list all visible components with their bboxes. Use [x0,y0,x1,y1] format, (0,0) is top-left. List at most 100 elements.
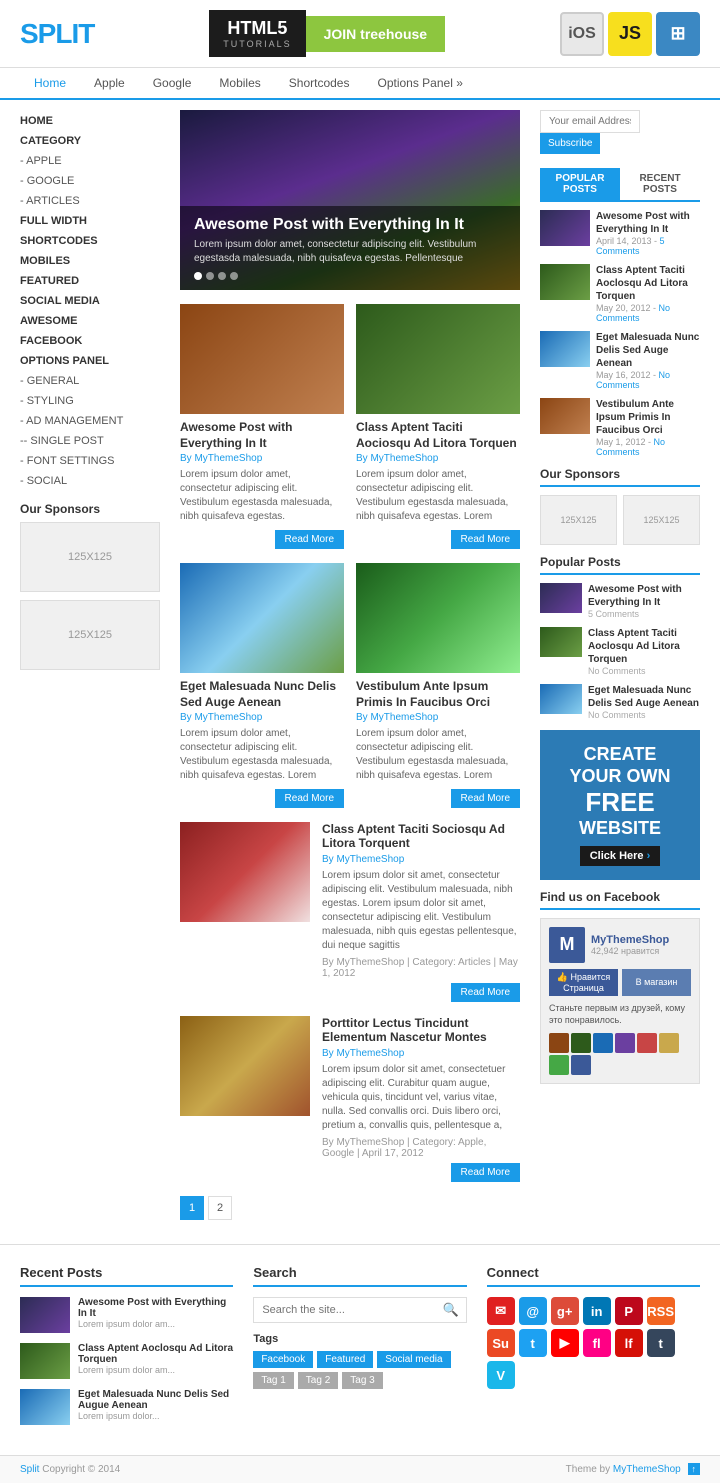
sidebar-item-category[interactable]: CATEGORY [20,130,160,150]
sidebar-item-single-post[interactable]: -- SINGLE POST [20,430,160,450]
read-more-btn-2[interactable]: Read More [451,530,520,549]
sidebar-item-awesome[interactable]: AWESOME [20,310,160,330]
sidebar-item-styling[interactable]: - STYLING [20,390,160,410]
sidebar-item-mobiles[interactable]: MOBILES [20,250,160,270]
post-thumb-4[interactable] [356,563,520,673]
connect-icon-linkedin[interactable]: in [583,1297,611,1325]
nav-link-options[interactable]: Options Panel » [363,68,476,98]
tag-3[interactable]: Tag 3 [342,1372,382,1389]
post-thumb-1[interactable] [180,304,344,414]
footer-logo-link[interactable]: Split [20,1464,39,1475]
tag-1[interactable]: Tag 1 [253,1372,293,1389]
cwb-click-here-btn[interactable]: Click Here › [580,846,661,866]
tag-facebook[interactable]: Facebook [253,1351,313,1368]
footer-search-input[interactable] [253,1297,466,1323]
post-thumb-3[interactable] [180,563,344,673]
sidebar-item-shortcodes[interactable]: SHORTCODES [20,230,160,250]
sidebar-item-ad-management[interactable]: - AD MANAGEMENT [20,410,160,430]
connect-icon-email[interactable]: ✉ [487,1297,515,1325]
pp-list-thumb-2[interactable] [540,627,582,657]
join-treehouse-button[interactable]: JOIN treehouse [306,16,445,52]
app-icon[interactable]: ⊞ [656,12,700,56]
recent-posts-tab[interactable]: RECENT POSTS [620,168,700,200]
connect-icon-rss[interactable]: RSS [647,1297,675,1325]
sidebar-item-general[interactable]: - GENERAL [20,370,160,390]
connect-icon-pinterest[interactable]: P [615,1297,643,1325]
tag-social-media[interactable]: Social media [377,1351,450,1368]
email-input[interactable] [540,110,640,133]
article-thumb-1[interactable] [180,822,310,922]
pp-list-thumb-1[interactable] [540,583,582,613]
sidebar-item-apple[interactable]: - APPLE [20,150,160,170]
dot-1[interactable] [194,272,202,280]
connect-icon-youtube[interactable]: ▶ [551,1329,579,1357]
sidebar-item-fullwidth[interactable]: FULL WIDTH [20,210,160,230]
page-btn-1[interactable]: 1 [180,1196,204,1220]
post-thumb-2[interactable] [356,304,520,414]
nav-item-options[interactable]: Options Panel » [363,68,476,98]
article-thumb-2[interactable] [180,1016,310,1116]
sidebar-item-google[interactable]: - GOOGLE [20,170,160,190]
footer-thumb-1[interactable] [20,1297,70,1333]
nav-item-mobiles[interactable]: Mobiles [205,68,274,98]
create-website-banner[interactable]: CREATEYOUR OWN FREE WEBSITE Click Here › [540,730,700,880]
connect-icon-vimeo[interactable]: V [487,1361,515,1389]
connect-icon-stumble[interactable]: Su [487,1329,515,1357]
sidebar-item-home[interactable]: HOME [20,110,160,130]
connect-icon-lastfm[interactable]: lf [615,1329,643,1357]
pp-thumb-3[interactable] [540,331,590,367]
sponsor-sm-2[interactable]: 125X125 [623,495,700,545]
fb-shop-button[interactable]: В магазин [622,969,691,996]
nav-link-apple[interactable]: Apple [80,68,139,98]
sidebar-item-font-settings[interactable]: - FONT SETTINGS [20,450,160,470]
tag-2[interactable]: Tag 2 [298,1372,338,1389]
mythemeshop-link[interactable]: MyThemeShop [613,1464,681,1475]
read-more-btn-6[interactable]: Read More [451,1163,520,1182]
read-more-btn-4[interactable]: Read More [451,789,520,808]
sidebar-item-social-media[interactable]: SOCIAL MEDIA [20,290,160,310]
pp-thumb-2[interactable] [540,264,590,300]
nav-item-home[interactable]: Home [20,68,80,98]
connect-icon-mail[interactable]: @ [519,1297,547,1325]
sidebar-item-featured[interactable]: FEATURED [20,270,160,290]
nav-item-google[interactable]: Google [139,68,206,98]
html5-badge[interactable]: HTML5 TUTORIALS [209,10,305,57]
subscribe-button[interactable]: Subscribe [540,133,600,154]
nav-link-home[interactable]: Home [20,68,80,100]
pp-thumb-4[interactable] [540,398,590,434]
connect-icon-twitter[interactable]: t [519,1329,547,1357]
footer-thumb-3[interactable] [20,1389,70,1425]
pp-thumb-1[interactable] [540,210,590,246]
sponsor-sm-1[interactable]: 125X125 [540,495,617,545]
sidebar-item-facebook[interactable]: FACEBOOK [20,330,160,350]
nav-link-shortcodes[interactable]: Shortcodes [275,68,364,98]
connect-icon-gplus[interactable]: g+ [551,1297,579,1325]
dot-4[interactable] [230,272,238,280]
js-icon[interactable]: JS [608,12,652,56]
page-btn-2[interactable]: 2 [208,1196,232,1220]
read-more-btn-3[interactable]: Read More [275,789,344,808]
fb-like-button[interactable]: 👍 Нравится Страница [549,969,618,996]
sidebar-sponsor-1[interactable]: 125X125 [20,522,160,592]
nav-item-shortcodes[interactable]: Shortcodes [275,68,364,98]
featured-post[interactable]: Awesome Post with Everything In It Lorem… [180,110,520,290]
connect-icon-flickr[interactable]: fl [583,1329,611,1357]
sidebar-item-options-panel[interactable]: OPTIONS PANEL [20,350,160,370]
sidebar-item-articles[interactable]: - ARTICLES [20,190,160,210]
tag-featured[interactable]: Featured [317,1351,373,1368]
footer-thumb-2[interactable] [20,1343,70,1379]
sidebar-item-social[interactable]: - SOCIAL [20,470,160,490]
nav-link-google[interactable]: Google [139,68,206,98]
dot-2[interactable] [206,272,214,280]
connect-icon-tumblr[interactable]: t [647,1329,675,1357]
read-more-btn-5[interactable]: Read More [451,983,520,1002]
nav-link-mobiles[interactable]: Mobiles [205,68,274,98]
dot-3[interactable] [218,272,226,280]
pp-list-thumb-3[interactable] [540,684,582,714]
read-more-btn-1[interactable]: Read More [275,530,344,549]
nav-item-apple[interactable]: Apple [80,68,139,98]
sidebar-sponsor-2[interactable]: 125X125 [20,600,160,670]
site-logo[interactable]: SPLIT [20,18,94,50]
popular-posts-tab[interactable]: POPULAR POSTS [540,168,620,200]
ios-icon[interactable]: iOS [560,12,604,56]
